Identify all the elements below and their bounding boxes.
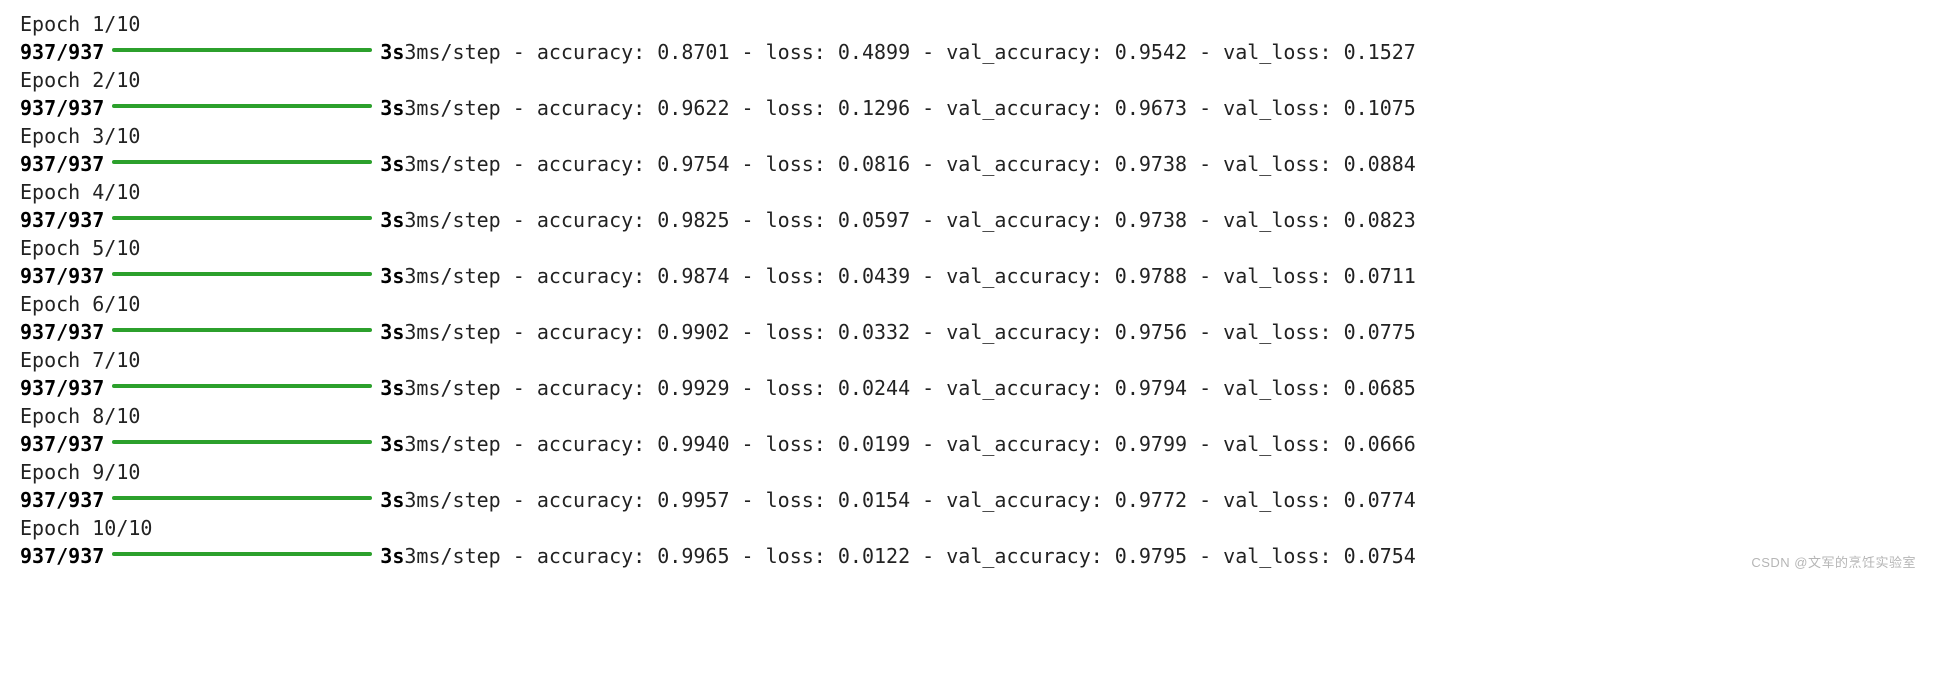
epoch-progress-line: 937/937 3s 3ms/step - accuracy: 0.9754 - … — [20, 150, 1914, 178]
epoch-progress-line: 937/937 3s 3ms/step - accuracy: 0.9965 - … — [20, 542, 1914, 570]
epoch-block: Epoch 8/10937/937 3s 3ms/step - accuracy:… — [20, 402, 1914, 458]
epoch-progress-line: 937/937 3s 3ms/step - accuracy: 0.9874 - … — [20, 262, 1914, 290]
step-counter: 937/937 — [20, 262, 104, 290]
total-time: 3s — [380, 486, 404, 514]
progress-bar — [112, 160, 372, 164]
epoch-block: Epoch 2/10937/937 3s 3ms/step - accuracy:… — [20, 66, 1914, 122]
total-time: 3s — [380, 430, 404, 458]
epoch-header: Epoch 1/10 — [20, 10, 1914, 38]
epoch-progress-line: 937/937 3s 3ms/step - accuracy: 0.9940 - … — [20, 430, 1914, 458]
epoch-progress-line: 937/937 3s 3ms/step - accuracy: 0.8701 - … — [20, 38, 1914, 66]
step-counter: 937/937 — [20, 206, 104, 234]
epoch-header: Epoch 6/10 — [20, 290, 1914, 318]
step-counter: 937/937 — [20, 430, 104, 458]
total-time: 3s — [380, 374, 404, 402]
total-time: 3s — [380, 542, 404, 570]
epoch-metrics: 3ms/step - accuracy: 0.9965 - loss: 0.01… — [404, 542, 1415, 570]
training-log-output: Epoch 1/10937/9373s 3ms/step - accuracy:… — [20, 10, 1914, 570]
epoch-progress-line: 937/937 3s 3ms/step - accuracy: 0.9957 - … — [20, 486, 1914, 514]
epoch-metrics: 3ms/step - accuracy: 0.9940 - loss: 0.01… — [404, 430, 1415, 458]
total-time: 3s — [380, 38, 404, 66]
epoch-block: Epoch 5/10937/937 3s 3ms/step - accuracy:… — [20, 234, 1914, 290]
progress-bar — [112, 104, 372, 108]
progress-bar — [112, 328, 372, 332]
progress-bar — [112, 552, 372, 556]
progress-bar — [112, 216, 372, 220]
epoch-header: Epoch 5/10 — [20, 234, 1914, 262]
epoch-metrics: 3ms/step - accuracy: 0.9754 - loss: 0.08… — [404, 150, 1415, 178]
step-counter: 937/937 — [20, 318, 104, 346]
epoch-metrics: 3ms/step - accuracy: 0.9825 - loss: 0.05… — [404, 206, 1415, 234]
epoch-header: Epoch 7/10 — [20, 346, 1914, 374]
epoch-header: Epoch 9/10 — [20, 458, 1914, 486]
epoch-metrics: 3ms/step - accuracy: 0.9957 - loss: 0.01… — [404, 486, 1415, 514]
progress-bar — [112, 272, 372, 276]
epoch-header: Epoch 8/10 — [20, 402, 1914, 430]
epoch-block: Epoch 4/10937/937 3s 3ms/step - accuracy:… — [20, 178, 1914, 234]
epoch-block: Epoch 10/10937/937 3s 3ms/step - accuracy… — [20, 514, 1914, 570]
epoch-header: Epoch 10/10 — [20, 514, 1914, 542]
epoch-block: Epoch 7/10937/937 3s 3ms/step - accuracy:… — [20, 346, 1914, 402]
progress-bar — [112, 384, 372, 388]
epoch-metrics: 3ms/step - accuracy: 0.8701 - loss: 0.48… — [404, 38, 1415, 66]
step-counter: 937/937 — [20, 374, 104, 402]
epoch-block: Epoch 1/10937/937 3s 3ms/step - accuracy:… — [20, 10, 1914, 66]
epoch-block: Epoch 6/10937/937 3s 3ms/step - accuracy:… — [20, 290, 1914, 346]
progress-bar — [112, 496, 372, 500]
epoch-header: Epoch 3/10 — [20, 122, 1914, 150]
step-counter: 937/937 — [20, 94, 104, 122]
total-time: 3s — [380, 94, 404, 122]
epoch-block: Epoch 9/10937/937 3s 3ms/step - accuracy:… — [20, 458, 1914, 514]
epoch-progress-line: 937/937 3s 3ms/step - accuracy: 0.9902 - … — [20, 318, 1914, 346]
total-time: 3s — [380, 318, 404, 346]
step-counter: 937/937 — [20, 542, 104, 570]
epoch-progress-line: 937/937 3s 3ms/step - accuracy: 0.9825 - … — [20, 206, 1914, 234]
epoch-metrics: 3ms/step - accuracy: 0.9902 - loss: 0.03… — [404, 318, 1415, 346]
epoch-header: Epoch 2/10 — [20, 66, 1914, 94]
total-time: 3s — [380, 150, 404, 178]
epoch-metrics: 3ms/step - accuracy: 0.9622 - loss: 0.12… — [404, 94, 1415, 122]
progress-bar — [112, 48, 372, 52]
epoch-block: Epoch 3/10937/937 3s 3ms/step - accuracy:… — [20, 122, 1914, 178]
epoch-progress-line: 937/937 3s 3ms/step - accuracy: 0.9929 - … — [20, 374, 1914, 402]
total-time: 3s — [380, 262, 404, 290]
epoch-metrics: 3ms/step - accuracy: 0.9929 - loss: 0.02… — [404, 374, 1415, 402]
progress-bar — [112, 440, 372, 444]
epoch-header: Epoch 4/10 — [20, 178, 1914, 206]
watermark-text: CSDN @文军的烹饪实验室 — [1751, 554, 1916, 572]
total-time: 3s — [380, 206, 404, 234]
step-counter: 937/937 — [20, 150, 104, 178]
step-counter: 937/937 — [20, 486, 104, 514]
epoch-progress-line: 937/937 3s 3ms/step - accuracy: 0.9622 - … — [20, 94, 1914, 122]
step-counter: 937/937 — [20, 38, 104, 66]
epoch-metrics: 3ms/step - accuracy: 0.9874 - loss: 0.04… — [404, 262, 1415, 290]
